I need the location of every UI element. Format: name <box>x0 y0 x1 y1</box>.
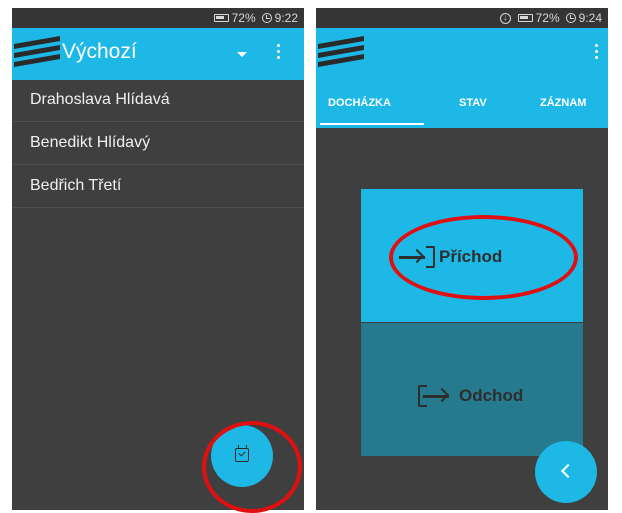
status-bar: 72% 9:22 <box>12 8 304 28</box>
tab-indicator <box>320 123 424 125</box>
battery-level: 72% <box>231 11 256 25</box>
battery-level: 72% <box>535 11 560 25</box>
tab-attendance[interactable]: DOCHÁZKA <box>328 97 391 109</box>
battery-icon <box>213 14 229 22</box>
profile-title: Výchozí <box>62 40 137 63</box>
departure-button[interactable]: Odchod <box>361 323 583 456</box>
tab-status[interactable]: STAV <box>459 97 487 109</box>
chevron-left-icon <box>560 463 576 479</box>
app-bar: Výchozí <box>12 28 304 80</box>
list-item[interactable]: Drahoslava Hlídavá <box>12 80 304 122</box>
person-name: Benedikt Hlídavý <box>30 134 151 151</box>
tab-bar: DOCHÁZKA STAV ZÁZNAM <box>316 80 608 128</box>
overflow-menu-icon[interactable] <box>592 44 600 64</box>
status-time: 9:22 <box>274 11 298 25</box>
list-item[interactable]: Benedikt Hlídavý <box>12 123 304 165</box>
clock-icon <box>565 13 576 23</box>
battery-icon <box>517 14 533 22</box>
app-logo <box>318 35 366 70</box>
back-fab-button[interactable] <box>535 441 597 503</box>
dropdown-arrow-icon[interactable] <box>237 52 247 57</box>
highlight-ring <box>389 215 578 300</box>
person-name: Bedřich Třetí <box>30 177 122 194</box>
overflow-menu-icon[interactable] <box>274 44 282 64</box>
person-name: Drahoslava Hlídavá <box>30 91 170 108</box>
highlight-ring <box>202 421 302 513</box>
download-icon: ↓ <box>499 12 511 24</box>
logout-arrow-head <box>434 387 450 403</box>
tab-record[interactable]: ZÁZNAM <box>540 97 586 109</box>
app-logo <box>14 35 62 70</box>
status-time: 9:24 <box>578 11 602 25</box>
app-bar <box>316 28 608 80</box>
list-item[interactable]: Bedřich Třetí <box>12 166 304 208</box>
clock-icon <box>261 13 272 23</box>
status-bar: ↓ 72% 9:24 <box>316 8 608 28</box>
departure-label: Odchod <box>459 386 524 405</box>
